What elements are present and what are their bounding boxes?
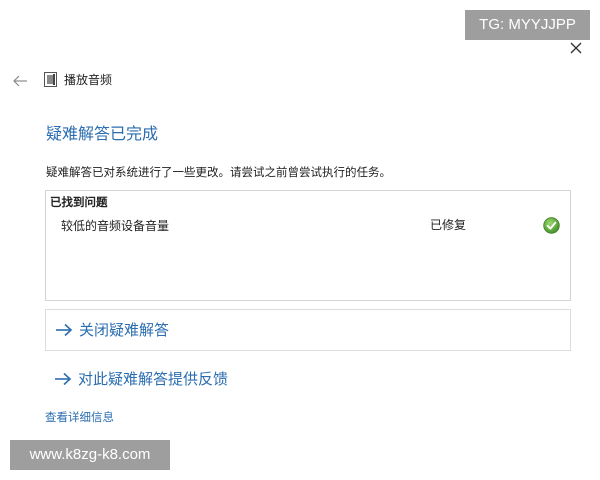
view-details-link[interactable]: 查看详细信息: [45, 409, 114, 425]
arrow-right-icon: [56, 323, 73, 337]
description-text: 疑难解答已对系统进行了一些更改。请尝试之前曾尝试执行的任务。: [46, 165, 391, 179]
troubleshooter-window: TG: MYYJJPP 播放音频 疑难解答已完成 疑难解答已对系统进行了一些更改…: [0, 0, 600, 480]
close-icon: [570, 42, 582, 54]
watermark-bottom: www.k8zg-k8.com: [10, 440, 170, 470]
watermark-top: TG: MYYJJPP: [465, 10, 590, 40]
close-troubleshooter-label: 关闭疑难解答: [79, 321, 170, 339]
close-button[interactable]: [567, 39, 585, 57]
troubleshooter-icon: [44, 72, 57, 87]
arrow-left-icon: [13, 75, 27, 87]
feedback-label: 对此疑难解答提供反馈: [78, 370, 229, 388]
results-title: 已找到问题: [50, 195, 108, 209]
results-panel: 已找到问题 较低的音频设备音量 已修复: [45, 190, 571, 301]
feedback-link[interactable]: 对此疑难解答提供反馈: [53, 368, 273, 390]
app-title: 播放音频: [64, 73, 113, 87]
close-troubleshooter-button[interactable]: 关闭疑难解答: [45, 309, 571, 351]
page-heading: 疑难解答已完成: [46, 124, 159, 143]
arrow-right-icon: [55, 372, 72, 386]
problem-name: 较低的音频设备音量: [61, 219, 170, 233]
back-button[interactable]: [11, 73, 29, 87]
problem-status: 已修复: [430, 218, 467, 232]
check-circle-icon: [543, 217, 560, 234]
